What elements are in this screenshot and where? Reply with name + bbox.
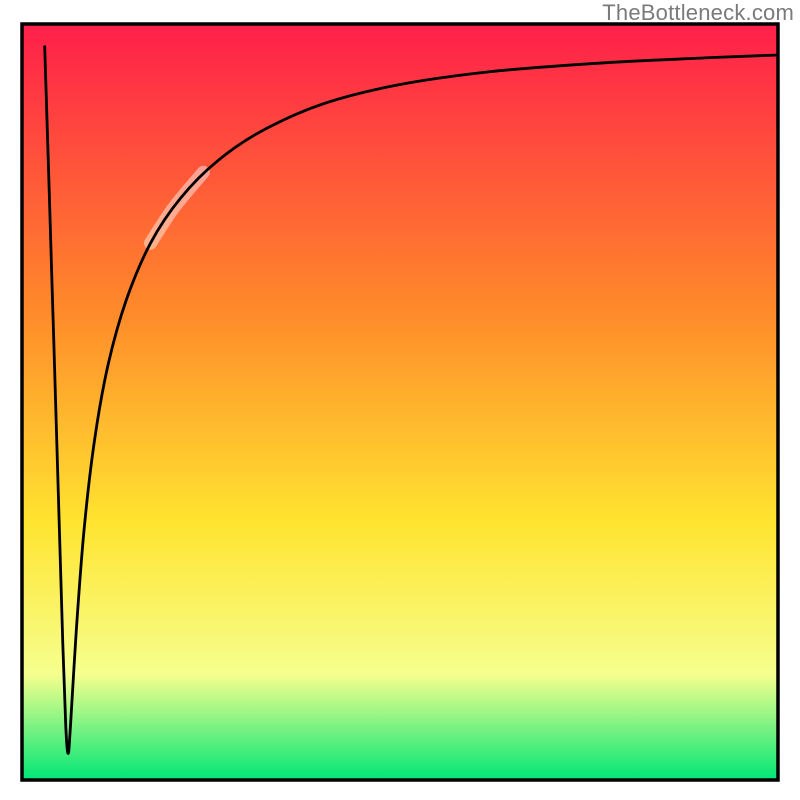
plot-area-gradient — [22, 24, 778, 780]
watermark-text: TheBottleneck.com — [602, 0, 794, 26]
figure: TheBottleneck.com — [0, 0, 800, 800]
plot-svg — [0, 0, 800, 800]
